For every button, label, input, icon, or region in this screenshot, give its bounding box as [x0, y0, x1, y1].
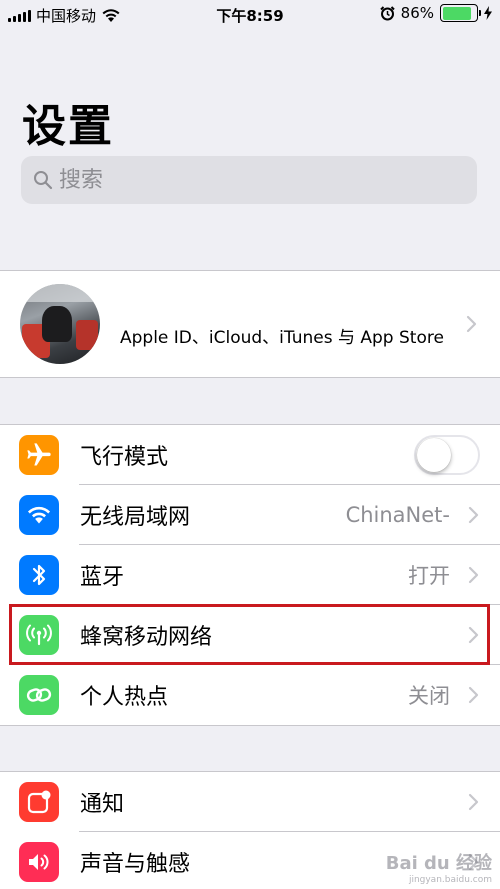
charging-icon	[484, 6, 492, 20]
profile-group: Apple ID、iCloud、iTunes 与 App Store	[0, 270, 500, 378]
sounds-icon	[19, 842, 59, 882]
airplane-mode-label: 飞行模式	[80, 445, 169, 470]
status-right: 86%	[379, 4, 492, 22]
hotspot-row[interactable]: 个人热点 关闭	[0, 665, 500, 725]
airplane-mode-row[interactable]: 飞行模式	[0, 425, 500, 485]
wifi-label: 无线局域网	[80, 505, 191, 530]
battery-fill	[442, 6, 471, 20]
chevron-right-icon	[466, 315, 480, 333]
cellular-row[interactable]: 蜂窝移动网络	[0, 605, 500, 665]
hotspot-label: 个人热点	[80, 685, 169, 710]
battery-icon	[440, 4, 481, 22]
chevron-right-icon	[466, 563, 480, 587]
avatar	[20, 284, 100, 364]
watermark: Bai du 经验 jingyan.baidu.com	[386, 849, 492, 885]
watermark-text: Bai du 经验	[385, 853, 492, 874]
chevron-right-icon	[466, 623, 480, 647]
chevron-right-icon	[466, 790, 480, 814]
notifications-label: 通知	[80, 792, 125, 817]
airplane-icon	[19, 435, 59, 475]
toggle-knob	[417, 438, 451, 472]
search-bar[interactable]	[21, 156, 477, 204]
apple-id-label: Apple ID、iCloud、iTunes 与 App Store	[120, 327, 444, 348]
bluetooth-row[interactable]: 蓝牙 打开	[0, 545, 500, 605]
wifi-row[interactable]: 无线局域网 ChinaNet-	[0, 485, 500, 545]
hotspot-icon	[19, 675, 59, 715]
connectivity-group: 飞行模式 无线局域网 ChinaNet- 蓝牙 打开 蜂窝移动网络 个人热点 关…	[0, 424, 500, 726]
bluetooth-icon	[19, 555, 59, 595]
watermark-sub: jingyan.baidu.com	[408, 875, 492, 885]
bluetooth-label: 蓝牙	[80, 565, 125, 590]
status-bar: 中国移动 下午8:59 86%	[0, 0, 500, 30]
wifi-settings-icon	[19, 495, 59, 535]
notifications-icon	[19, 782, 59, 822]
cellular-label: 蜂窝移动网络	[80, 625, 213, 650]
search-icon	[34, 171, 53, 190]
wifi-value: ChinaNet-	[345, 503, 450, 527]
battery-percent: 86%	[400, 4, 434, 22]
page-title: 设置	[22, 101, 114, 152]
airplane-mode-toggle[interactable]	[414, 435, 480, 475]
bluetooth-value: 打开	[408, 564, 450, 588]
search-input[interactable]	[59, 167, 459, 193]
chevron-right-icon	[466, 503, 480, 527]
hotspot-value: 关闭	[408, 684, 450, 708]
alarm-icon	[379, 5, 395, 20]
apple-id-row[interactable]: Apple ID、iCloud、iTunes 与 App Store	[0, 271, 500, 377]
chevron-right-icon	[466, 683, 480, 707]
notifications-row[interactable]: 通知	[0, 772, 500, 832]
cellular-icon	[19, 615, 59, 655]
